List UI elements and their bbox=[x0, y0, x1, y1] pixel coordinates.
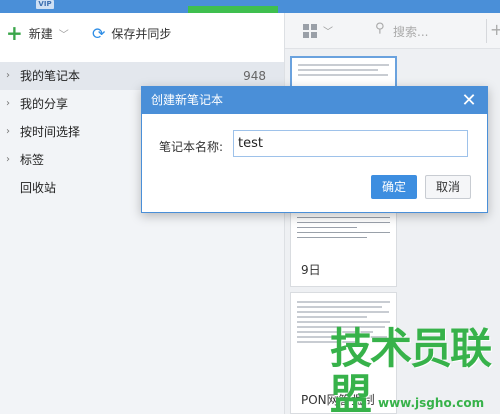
main-toolbar: + 新建 ﹀ ⟳ 保存并同步 bbox=[0, 13, 284, 55]
watermark-url: www.jsgho.com bbox=[378, 396, 485, 410]
chevron-down-icon[interactable]: ﹀ bbox=[59, 26, 69, 41]
sidebar-item-label: 回收站 bbox=[20, 181, 57, 195]
new-button-label: 新建 bbox=[28, 26, 53, 41]
save-sync-button[interactable]: ⟳ 保存并同步 bbox=[92, 23, 171, 43]
chevron-down-icon[interactable]: ﹀ bbox=[323, 23, 333, 38]
sidebar-item-label: 我的笔记本 bbox=[20, 69, 81, 83]
title-bar: VIP bbox=[0, 0, 500, 13]
grid-view-icon[interactable] bbox=[303, 24, 317, 38]
sidebar-item-label: 标签 bbox=[20, 153, 45, 167]
left-panel: + 新建 ﹀ ⟳ 保存并同步 › 我的笔记本 948 › 我的分享 › 按时间选… bbox=[0, 13, 284, 414]
sidebar-item-label: 按时间选择 bbox=[20, 125, 81, 139]
search-icon[interactable]: ⚲ bbox=[375, 21, 385, 36]
sidebar-item-label: 我的分享 bbox=[20, 97, 69, 111]
confirm-button[interactable]: 确定 bbox=[371, 175, 417, 199]
sync-icon: ⟳ bbox=[92, 23, 106, 43]
plus-icon[interactable]: + bbox=[490, 20, 500, 39]
save-sync-label: 保存并同步 bbox=[111, 26, 172, 41]
dialog-header: 创建新笔记本 ✕ bbox=[142, 87, 487, 114]
close-icon[interactable]: ✕ bbox=[461, 87, 477, 114]
notebook-name-input[interactable]: test bbox=[233, 130, 468, 157]
chevron-right-icon[interactable]: › bbox=[6, 146, 10, 174]
notebook-name-label: 笔记本名称: bbox=[159, 140, 224, 154]
chevron-right-icon[interactable]: › bbox=[6, 90, 10, 118]
cancel-button[interactable]: 取消 bbox=[425, 175, 471, 199]
note-title: 9日 bbox=[301, 263, 321, 277]
search-input[interactable]: 搜索... bbox=[393, 23, 428, 40]
progress-strip bbox=[188, 6, 278, 13]
create-notebook-dialog: 创建新笔记本 ✕ 笔记本名称: test 确定 取消 bbox=[141, 86, 488, 213]
chevron-right-icon[interactable]: › bbox=[6, 118, 10, 146]
new-button[interactable]: + 新建 ﹀ bbox=[6, 23, 69, 43]
chevron-right-icon[interactable]: › bbox=[6, 62, 10, 90]
vip-badge: VIP bbox=[36, 0, 54, 9]
plus-icon: + bbox=[6, 21, 23, 45]
dialog-title: 创建新笔记本 bbox=[151, 93, 224, 107]
notes-toolbar: ﹀ ⚲ 搜索... + bbox=[285, 13, 500, 49]
note-card[interactable]: 9日 bbox=[290, 210, 397, 287]
toolbar-divider bbox=[486, 19, 487, 43]
